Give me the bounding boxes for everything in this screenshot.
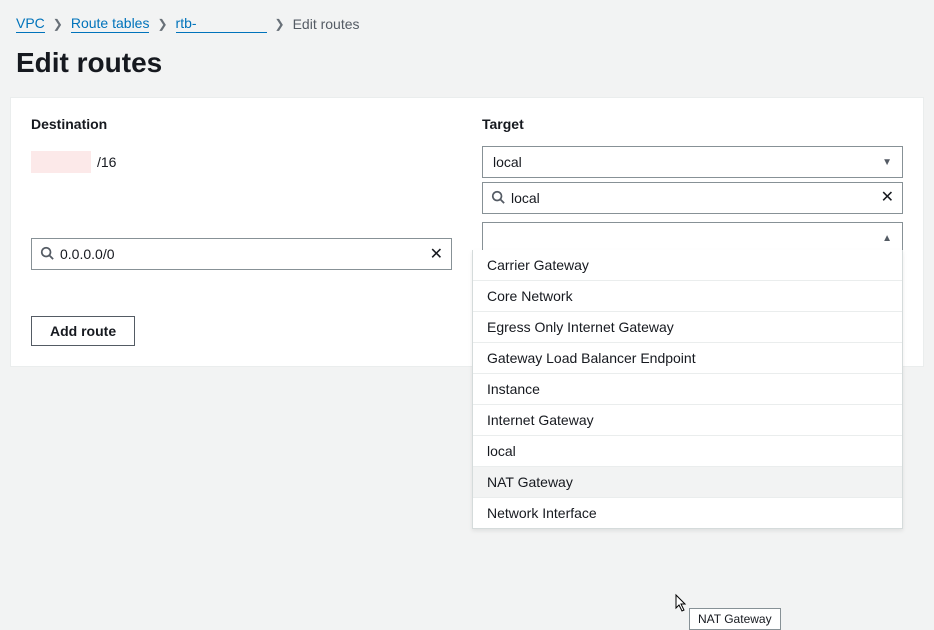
dropdown-item[interactable]: Egress Only Internet Gateway [473,311,902,342]
target-select-row-1[interactable]: local ▼ [482,146,903,178]
caret-up-icon: ▲ [882,233,892,244]
clear-icon[interactable]: ✕ [430,244,443,264]
add-route-button[interactable]: Add route [31,316,135,346]
destination-input-row-2[interactable]: ✕ [31,238,452,270]
cursor-pointer-icon [671,593,689,620]
chevron-right-icon: ❯ [157,17,167,31]
destination-header: Destination [31,116,452,132]
breadcrumb-link-vpc[interactable]: VPC [16,15,45,33]
page-title: Edit routes [0,41,934,97]
tooltip: NAT Gateway [689,608,781,630]
destination-row-1: /16 [31,146,452,178]
chevron-right-icon: ❯ [53,17,63,31]
search-icon [40,246,54,263]
breadcrumb-link-route-tables[interactable]: Route tables [71,15,150,33]
routes-panel: Destination /16 ✕ Add route Target local… [10,97,924,367]
search-icon [491,190,505,207]
dropdown-item[interactable]: local [473,435,902,466]
cidr-suffix: /16 [97,154,116,170]
target-header: Target [482,116,903,132]
dropdown-item[interactable]: Network Interface [473,497,902,528]
clear-icon[interactable]: ✕ [881,190,894,206]
dropdown-item[interactable]: Instance [473,373,902,404]
target-search-row-1[interactable]: ✕ [482,182,903,214]
breadcrumb-link-rtb[interactable]: rtb- [176,14,267,33]
destination-column: Destination /16 ✕ Add route [31,116,452,346]
dropdown-item[interactable]: Gateway Load Balancer Endpoint [473,342,902,373]
dropdown-item[interactable]: Core Network [473,280,902,311]
chevron-right-icon: ❯ [275,17,285,31]
target-dropdown: Carrier GatewayCore NetworkEgress Only I… [472,250,903,529]
destination-search-input[interactable] [60,246,424,262]
redacted-cidr [31,151,91,173]
caret-down-icon: ▼ [882,157,892,168]
target-select-value: local [493,154,522,170]
breadcrumb: VPC ❯ Route tables ❯ rtb- ❯ Edit routes [0,0,934,41]
dropdown-item[interactable]: Internet Gateway [473,404,902,435]
dropdown-item[interactable]: Carrier Gateway [473,250,902,280]
breadcrumb-current: Edit routes [293,16,360,32]
target-search-input[interactable] [511,190,875,206]
dropdown-item[interactable]: NAT Gateway [473,466,902,497]
